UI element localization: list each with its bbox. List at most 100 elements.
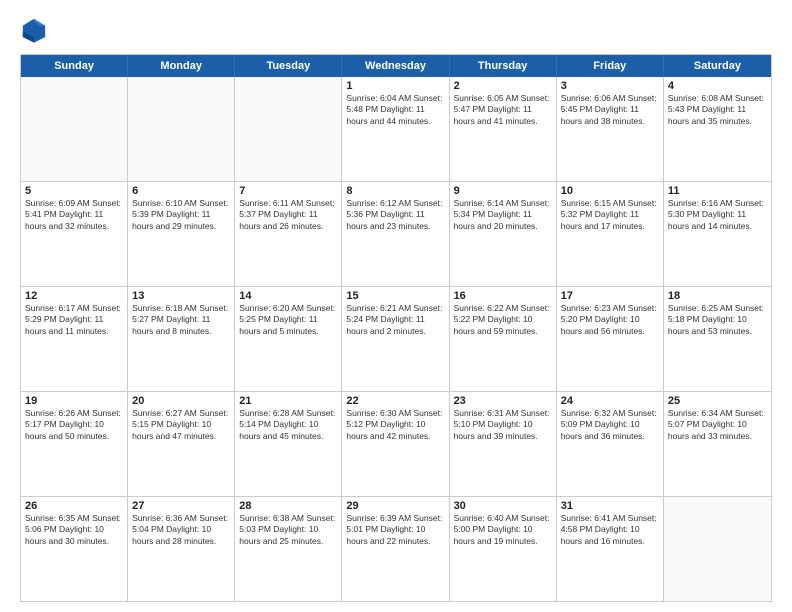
cal-cell-day-1: 1Sunrise: 6:04 AM Sunset: 5:48 PM Daylig… <box>342 77 449 181</box>
cal-cell-day-5: 5Sunrise: 6:09 AM Sunset: 5:41 PM Daylig… <box>21 182 128 286</box>
day-info: Sunrise: 6:14 AM Sunset: 5:34 PM Dayligh… <box>454 198 552 232</box>
calendar-body: 1Sunrise: 6:04 AM Sunset: 5:48 PM Daylig… <box>21 77 771 601</box>
day-number: 11 <box>668 185 767 197</box>
day-number: 24 <box>561 395 659 407</box>
day-number: 20 <box>132 395 230 407</box>
cal-cell-day-4: 4Sunrise: 6:08 AM Sunset: 5:43 PM Daylig… <box>664 77 771 181</box>
cal-cell-day-8: 8Sunrise: 6:12 AM Sunset: 5:36 PM Daylig… <box>342 182 449 286</box>
cal-cell-day-19: 19Sunrise: 6:26 AM Sunset: 5:17 PM Dayli… <box>21 392 128 496</box>
header-day-tuesday: Tuesday <box>235 55 342 77</box>
cal-cell-day-21: 21Sunrise: 6:28 AM Sunset: 5:14 PM Dayli… <box>235 392 342 496</box>
day-info: Sunrise: 6:20 AM Sunset: 5:25 PM Dayligh… <box>239 303 337 337</box>
calendar: SundayMondayTuesdayWednesdayThursdayFrid… <box>20 54 772 602</box>
day-info: Sunrise: 6:09 AM Sunset: 5:41 PM Dayligh… <box>25 198 123 232</box>
cal-cell-day-11: 11Sunrise: 6:16 AM Sunset: 5:30 PM Dayli… <box>664 182 771 286</box>
cal-cell-day-15: 15Sunrise: 6:21 AM Sunset: 5:24 PM Dayli… <box>342 287 449 391</box>
cal-cell-day-22: 22Sunrise: 6:30 AM Sunset: 5:12 PM Dayli… <box>342 392 449 496</box>
day-number: 31 <box>561 500 659 512</box>
day-number: 2 <box>454 80 552 92</box>
day-info: Sunrise: 6:05 AM Sunset: 5:47 PM Dayligh… <box>454 93 552 127</box>
day-info: Sunrise: 6:22 AM Sunset: 5:22 PM Dayligh… <box>454 303 552 337</box>
day-number: 16 <box>454 290 552 302</box>
header-day-saturday: Saturday <box>664 55 771 77</box>
day-info: Sunrise: 6:04 AM Sunset: 5:48 PM Dayligh… <box>346 93 444 127</box>
day-info: Sunrise: 6:15 AM Sunset: 5:32 PM Dayligh… <box>561 198 659 232</box>
day-info: Sunrise: 6:23 AM Sunset: 5:20 PM Dayligh… <box>561 303 659 337</box>
day-info: Sunrise: 6:34 AM Sunset: 5:07 PM Dayligh… <box>668 408 767 442</box>
cal-cell-day-31: 31Sunrise: 6:41 AM Sunset: 4:58 PM Dayli… <box>557 497 664 601</box>
day-number: 25 <box>668 395 767 407</box>
day-number: 19 <box>25 395 123 407</box>
cal-cell-day-24: 24Sunrise: 6:32 AM Sunset: 5:09 PM Dayli… <box>557 392 664 496</box>
day-info: Sunrise: 6:12 AM Sunset: 5:36 PM Dayligh… <box>346 198 444 232</box>
day-info: Sunrise: 6:18 AM Sunset: 5:27 PM Dayligh… <box>132 303 230 337</box>
cal-cell-day-9: 9Sunrise: 6:14 AM Sunset: 5:34 PM Daylig… <box>450 182 557 286</box>
cal-cell-day-13: 13Sunrise: 6:18 AM Sunset: 5:27 PM Dayli… <box>128 287 235 391</box>
day-info: Sunrise: 6:10 AM Sunset: 5:39 PM Dayligh… <box>132 198 230 232</box>
header-day-friday: Friday <box>557 55 664 77</box>
day-number: 18 <box>668 290 767 302</box>
cal-cell-day-28: 28Sunrise: 6:38 AM Sunset: 5:03 PM Dayli… <box>235 497 342 601</box>
day-info: Sunrise: 6:21 AM Sunset: 5:24 PM Dayligh… <box>346 303 444 337</box>
day-number: 13 <box>132 290 230 302</box>
day-number: 30 <box>454 500 552 512</box>
day-info: Sunrise: 6:38 AM Sunset: 5:03 PM Dayligh… <box>239 513 337 547</box>
header-day-monday: Monday <box>128 55 235 77</box>
day-number: 8 <box>346 185 444 197</box>
cal-cell-empty <box>21 77 128 181</box>
day-number: 6 <box>132 185 230 197</box>
day-number: 14 <box>239 290 337 302</box>
day-number: 23 <box>454 395 552 407</box>
cal-cell-day-18: 18Sunrise: 6:25 AM Sunset: 5:18 PM Dayli… <box>664 287 771 391</box>
cal-cell-day-30: 30Sunrise: 6:40 AM Sunset: 5:00 PM Dayli… <box>450 497 557 601</box>
cal-cell-day-12: 12Sunrise: 6:17 AM Sunset: 5:29 PM Dayli… <box>21 287 128 391</box>
day-number: 22 <box>346 395 444 407</box>
cal-cell-day-14: 14Sunrise: 6:20 AM Sunset: 5:25 PM Dayli… <box>235 287 342 391</box>
cal-cell-day-29: 29Sunrise: 6:39 AM Sunset: 5:01 PM Dayli… <box>342 497 449 601</box>
cal-cell-day-16: 16Sunrise: 6:22 AM Sunset: 5:22 PM Dayli… <box>450 287 557 391</box>
cal-cell-day-3: 3Sunrise: 6:06 AM Sunset: 5:45 PM Daylig… <box>557 77 664 181</box>
day-number: 26 <box>25 500 123 512</box>
day-number: 10 <box>561 185 659 197</box>
day-info: Sunrise: 6:27 AM Sunset: 5:15 PM Dayligh… <box>132 408 230 442</box>
day-number: 17 <box>561 290 659 302</box>
logo <box>20 16 52 44</box>
day-info: Sunrise: 6:41 AM Sunset: 4:58 PM Dayligh… <box>561 513 659 547</box>
day-info: Sunrise: 6:35 AM Sunset: 5:06 PM Dayligh… <box>25 513 123 547</box>
cal-cell-day-2: 2Sunrise: 6:05 AM Sunset: 5:47 PM Daylig… <box>450 77 557 181</box>
cal-cell-day-17: 17Sunrise: 6:23 AM Sunset: 5:20 PM Dayli… <box>557 287 664 391</box>
cal-cell-empty <box>664 497 771 601</box>
cal-row-4: 26Sunrise: 6:35 AM Sunset: 5:06 PM Dayli… <box>21 496 771 601</box>
day-number: 15 <box>346 290 444 302</box>
day-info: Sunrise: 6:36 AM Sunset: 5:04 PM Dayligh… <box>132 513 230 547</box>
cal-cell-empty <box>128 77 235 181</box>
day-info: Sunrise: 6:39 AM Sunset: 5:01 PM Dayligh… <box>346 513 444 547</box>
day-info: Sunrise: 6:32 AM Sunset: 5:09 PM Dayligh… <box>561 408 659 442</box>
day-number: 4 <box>668 80 767 92</box>
cal-cell-day-10: 10Sunrise: 6:15 AM Sunset: 5:32 PM Dayli… <box>557 182 664 286</box>
day-number: 1 <box>346 80 444 92</box>
day-number: 3 <box>561 80 659 92</box>
day-info: Sunrise: 6:40 AM Sunset: 5:00 PM Dayligh… <box>454 513 552 547</box>
day-number: 5 <box>25 185 123 197</box>
cal-cell-day-27: 27Sunrise: 6:36 AM Sunset: 5:04 PM Dayli… <box>128 497 235 601</box>
cal-cell-day-20: 20Sunrise: 6:27 AM Sunset: 5:15 PM Dayli… <box>128 392 235 496</box>
logo-icon <box>20 16 48 44</box>
header-day-sunday: Sunday <box>21 55 128 77</box>
header <box>20 16 772 44</box>
cal-cell-day-23: 23Sunrise: 6:31 AM Sunset: 5:10 PM Dayli… <box>450 392 557 496</box>
cal-cell-day-7: 7Sunrise: 6:11 AM Sunset: 5:37 PM Daylig… <box>235 182 342 286</box>
day-number: 29 <box>346 500 444 512</box>
day-info: Sunrise: 6:31 AM Sunset: 5:10 PM Dayligh… <box>454 408 552 442</box>
cal-cell-day-25: 25Sunrise: 6:34 AM Sunset: 5:07 PM Dayli… <box>664 392 771 496</box>
day-number: 28 <box>239 500 337 512</box>
cal-row-1: 5Sunrise: 6:09 AM Sunset: 5:41 PM Daylig… <box>21 181 771 286</box>
day-info: Sunrise: 6:26 AM Sunset: 5:17 PM Dayligh… <box>25 408 123 442</box>
cal-cell-day-6: 6Sunrise: 6:10 AM Sunset: 5:39 PM Daylig… <box>128 182 235 286</box>
header-day-thursday: Thursday <box>450 55 557 77</box>
cal-row-2: 12Sunrise: 6:17 AM Sunset: 5:29 PM Dayli… <box>21 286 771 391</box>
day-number: 27 <box>132 500 230 512</box>
day-info: Sunrise: 6:30 AM Sunset: 5:12 PM Dayligh… <box>346 408 444 442</box>
calendar-header-row: SundayMondayTuesdayWednesdayThursdayFrid… <box>21 55 771 77</box>
day-info: Sunrise: 6:16 AM Sunset: 5:30 PM Dayligh… <box>668 198 767 232</box>
